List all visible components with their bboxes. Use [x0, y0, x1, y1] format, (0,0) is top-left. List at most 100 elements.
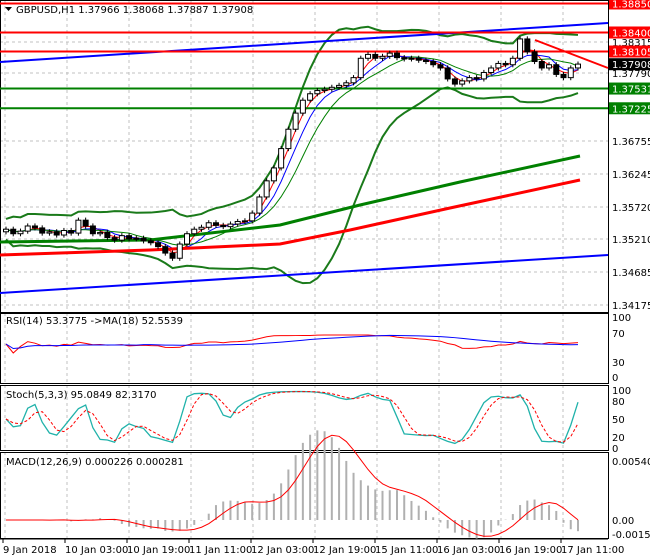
candle-body	[97, 231, 104, 235]
price-tick: 1.36245	[612, 170, 650, 181]
stoch-title: Stoch(5,3,3) 95.0849 82.3170	[6, 390, 157, 401]
rsi-tick: 100	[612, 313, 631, 324]
candle-body	[538, 61, 545, 69]
trendline-lower	[0, 254, 609, 294]
time-label: 17 Jan 11:00	[561, 545, 624, 556]
price-level-label: 1.37908	[612, 60, 650, 71]
candle-body	[191, 228, 198, 235]
rsi-line	[5, 334, 579, 354]
price-tick: 1.35720	[612, 203, 650, 214]
candle-body	[372, 53, 379, 59]
candle-body	[53, 231, 60, 236]
candle-body	[198, 226, 205, 230]
candle-body	[379, 55, 386, 59]
time-label: 12 Jan 03:00	[251, 545, 314, 556]
candle-body	[307, 93, 314, 101]
candle-body	[227, 223, 234, 228]
stoch-tick: 20	[612, 433, 625, 444]
ma-200-red	[0, 178, 581, 257]
chart-canvas[interactable]: 1.383151.377901.367551.362451.357201.352…	[0, 0, 650, 560]
candle-body	[299, 99, 306, 114]
time-label: 9 Jan 2018	[3, 545, 57, 556]
candle-body	[502, 62, 509, 66]
candle-body	[365, 53, 372, 59]
candle-body	[140, 237, 147, 242]
candle-body	[451, 78, 458, 85]
candle-body	[184, 233, 191, 245]
rsi-title: RSI(14) 53.3775 ->MA(18) 52.5539	[6, 316, 183, 327]
candle-body	[24, 225, 31, 232]
candle-body	[220, 224, 227, 228]
rsi-tick: 30	[612, 358, 625, 369]
candle-body	[292, 112, 299, 130]
candle-body	[155, 242, 162, 248]
candle-body	[408, 57, 415, 60]
candle-body	[263, 180, 270, 198]
candle-body	[104, 231, 111, 239]
candle-body	[285, 128, 292, 150]
candle-body	[546, 64, 553, 69]
candle-body	[386, 52, 393, 57]
candle-body	[350, 77, 357, 84]
stoch-tick: 100	[612, 386, 631, 397]
candle-body	[328, 86, 335, 90]
candle-body	[567, 67, 574, 79]
macd-tick: -0.001521	[612, 530, 650, 541]
time-label: 11 Jan 11:00	[189, 545, 252, 556]
stoch-tick: 80	[612, 397, 625, 408]
candle-body	[118, 235, 125, 241]
candle-body	[147, 240, 154, 244]
candle-body	[39, 227, 46, 234]
candle-body	[278, 148, 285, 169]
rsi-tick: 0	[612, 373, 618, 384]
candle-body	[241, 220, 248, 223]
price-level-label: 1.38850	[612, 0, 650, 10]
time-label: 16 Jan 19:00	[499, 545, 562, 556]
candle-body	[46, 231, 53, 234]
chart-window: 1.38315 1.37790 1.36755 1.36245 1.35720 1.352…	[0, 0, 650, 560]
candle-body	[560, 73, 567, 79]
rsi-tick: 70	[612, 329, 625, 340]
candle-body	[430, 61, 437, 66]
price-tick: 1.34685	[612, 268, 650, 279]
candle-body	[133, 237, 140, 240]
candle-body	[575, 63, 581, 69]
ma-mid	[5, 54, 579, 250]
candle-body	[343, 82, 350, 86]
candle-body	[256, 196, 263, 214]
price-level-label: 1.38400	[612, 28, 650, 39]
time-label: 15 Jan 11:00	[375, 545, 438, 556]
time-label: 12 Jan 19:00	[313, 545, 376, 556]
candle-body	[176, 243, 183, 259]
candle-body	[437, 64, 444, 69]
price-tick: 1.34175	[612, 301, 650, 312]
candle-body	[415, 57, 422, 61]
macd-tick: 0.005404	[612, 457, 650, 468]
candle-body	[111, 237, 118, 241]
candle-body	[270, 167, 277, 182]
candle-body	[17, 230, 24, 235]
chart-header: GBPUSD,H1 1.37966 1.38068 1.37887 1.3790…	[16, 5, 253, 16]
candle-body	[249, 212, 256, 222]
candle-body	[459, 80, 466, 85]
candle-body	[10, 228, 17, 235]
time-label: 10 Jan 19:00	[127, 545, 190, 556]
candle-body	[162, 246, 169, 254]
candle-body	[314, 90, 321, 95]
candle-body	[517, 38, 524, 59]
candle-body	[336, 84, 343, 88]
candle-body	[169, 252, 176, 259]
price-level-label: 1.38105	[612, 48, 650, 59]
price-tick: 1.35210	[612, 235, 650, 246]
macd-title: MACD(12,26,9) 0.000226 0.000281	[6, 457, 184, 468]
candle-body	[509, 57, 516, 66]
candle-body	[495, 62, 502, 69]
time-label: 10 Jan 03:00	[65, 545, 128, 556]
candle-body	[531, 51, 538, 63]
price-tick: 1.36755	[612, 137, 650, 148]
candle-body	[68, 230, 75, 234]
candle-body	[422, 59, 429, 63]
candle-body	[444, 67, 451, 80]
candle-body	[126, 235, 133, 240]
candle-body	[401, 57, 408, 60]
